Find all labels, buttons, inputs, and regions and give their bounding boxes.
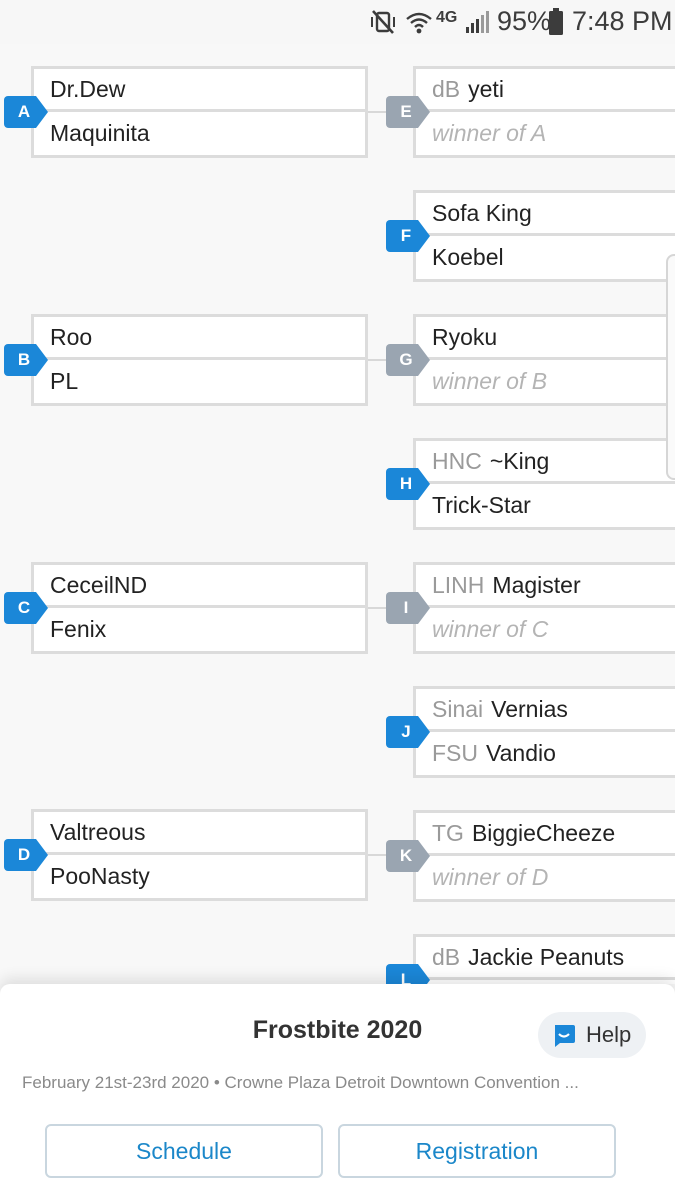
player-name: Roo [50,323,93,350]
player-slot[interactable]: Roo [31,314,368,360]
player-slot[interactable]: PooNasty [31,855,368,901]
network-type: 4G [436,9,458,26]
player-slot[interactable]: Koebel [413,236,675,282]
player-name: Fenix [50,616,107,642]
player-slot[interactable]: TG BiggieCheeze [413,810,675,856]
player-slot[interactable]: FSU Vandio [413,732,675,778]
help-button[interactable]: Help [538,1012,646,1058]
help-label: Help [586,1022,632,1047]
match-j[interactable]: Sinai Vernias FSU Vandio J [386,686,675,778]
player-slot[interactable]: Maquinita [31,112,368,158]
event-info-sheet: Frostbite 2020 Help February 21st-23rd 2… [0,984,675,1200]
player-name: Magister [492,571,581,598]
battery-icon [549,8,563,35]
player-name: ~King [489,447,550,474]
player-name: yeti [468,75,504,102]
team-prefix: dB [432,943,461,970]
match-d[interactable]: Valtreous PooNasty D [4,809,368,901]
match-l[interactable]: dB Jackie Peanuts L [386,934,675,984]
player-name: Valtreous [50,818,146,845]
match-label: B [4,344,50,376]
match-label: F [386,220,432,252]
schedule-button[interactable]: Schedule [45,1124,323,1178]
match-label: G [386,344,432,376]
match-k[interactable]: TG BiggieCheeze winner of DK [386,810,675,902]
match-label: H [386,468,432,500]
winner-placeholder: winner of C [432,616,549,642]
winner-placeholder: winner of B [432,368,548,394]
winner-placeholder: winner of A [432,120,547,146]
status-bar: 4G 95% 7:48 PM [0,0,675,44]
signal-icon [466,11,489,33]
player-slot[interactable]: Valtreous [31,809,368,855]
match-label: K [386,840,432,872]
player-name: Ryoku [432,323,498,350]
event-subtitle: February 21st-23rd 2020 • Crowne Plaza D… [22,1073,579,1092]
battery-percent: 95% [497,6,552,36]
player-slot[interactable]: LINH Magister [413,562,675,608]
player-slot[interactable]: Trick-Star [413,484,675,530]
player-slot[interactable]: dB Jackie Peanuts [413,934,675,980]
match-label: L [386,964,432,984]
match-b[interactable]: Roo PL B [4,314,368,406]
match-label: J [386,716,432,748]
registration-button[interactable]: Registration [338,1124,616,1178]
player-name: Dr.Dew [50,75,126,102]
match-f[interactable]: Sofa King Koebel F [386,190,675,282]
team-prefix: FSU [432,740,478,766]
match-i[interactable]: LINH Magister winner of CI [386,562,675,654]
player-name: Koebel [432,244,504,270]
player-name: PooNasty [50,863,150,889]
match-label: I [386,592,432,624]
team-prefix: Sinai [432,695,484,722]
team-prefix: HNC [432,447,482,474]
match-e[interactable]: dB yeti winner of AE [386,66,675,158]
match-label: D [4,839,50,871]
match-g[interactable]: Ryoku winner of BG [386,314,675,406]
match-c[interactable]: CeceilND Fenix C [4,562,368,654]
player-slot[interactable]: Ryoku [413,314,675,360]
team-prefix: TG [432,819,464,846]
player-name: Trick-Star [432,492,531,518]
match-a[interactable]: Dr.Dew Maquinita A [4,66,368,158]
player-slot[interactable]: PL [31,360,368,406]
player-name: Sofa King [432,199,532,226]
next-round-column-edge [666,254,675,480]
team-prefix: LINH [432,571,485,598]
match-label: E [386,96,432,128]
match-label: A [4,96,50,128]
mute-vibrate-icon [371,10,395,34]
winner-placeholder: winner of D [432,864,549,890]
player-slot[interactable]: Fenix [31,608,368,654]
placeholder-slot[interactable]: winner of B [413,360,675,406]
chat-bubble-icon [555,1025,575,1047]
player-slot[interactable]: Sofa King [413,190,675,236]
placeholder-slot[interactable]: winner of D [413,856,675,902]
player-name: Vandio [486,740,556,766]
player-name: Vernias [491,695,568,722]
team-prefix: dB [432,75,461,102]
player-slot[interactable]: Sinai Vernias [413,686,675,732]
player-name: PL [50,368,79,394]
player-name: CeceilND [50,571,148,598]
player-name: Maquinita [50,120,150,146]
wifi-icon [406,12,432,34]
player-slot[interactable]: CeceilND [31,562,368,608]
player-slot[interactable]: Dr.Dew [31,66,368,112]
match-h[interactable]: HNC ~King Trick-Star H [386,438,675,530]
placeholder-slot[interactable]: winner of C [413,608,675,654]
player-name: BiggieCheeze [471,819,616,846]
player-name: Jackie Peanuts [468,943,625,970]
clock: 7:48 PM [572,6,673,36]
player-slot[interactable]: HNC ~King [413,438,675,484]
bracket-view[interactable]: Dr.Dew Maquinita A Roo PL B CeceilND Fenix C Valt… [0,44,675,984]
player-slot[interactable]: dB yeti [413,66,675,112]
placeholder-slot[interactable]: winner of A [413,112,675,158]
match-label: C [4,592,50,624]
